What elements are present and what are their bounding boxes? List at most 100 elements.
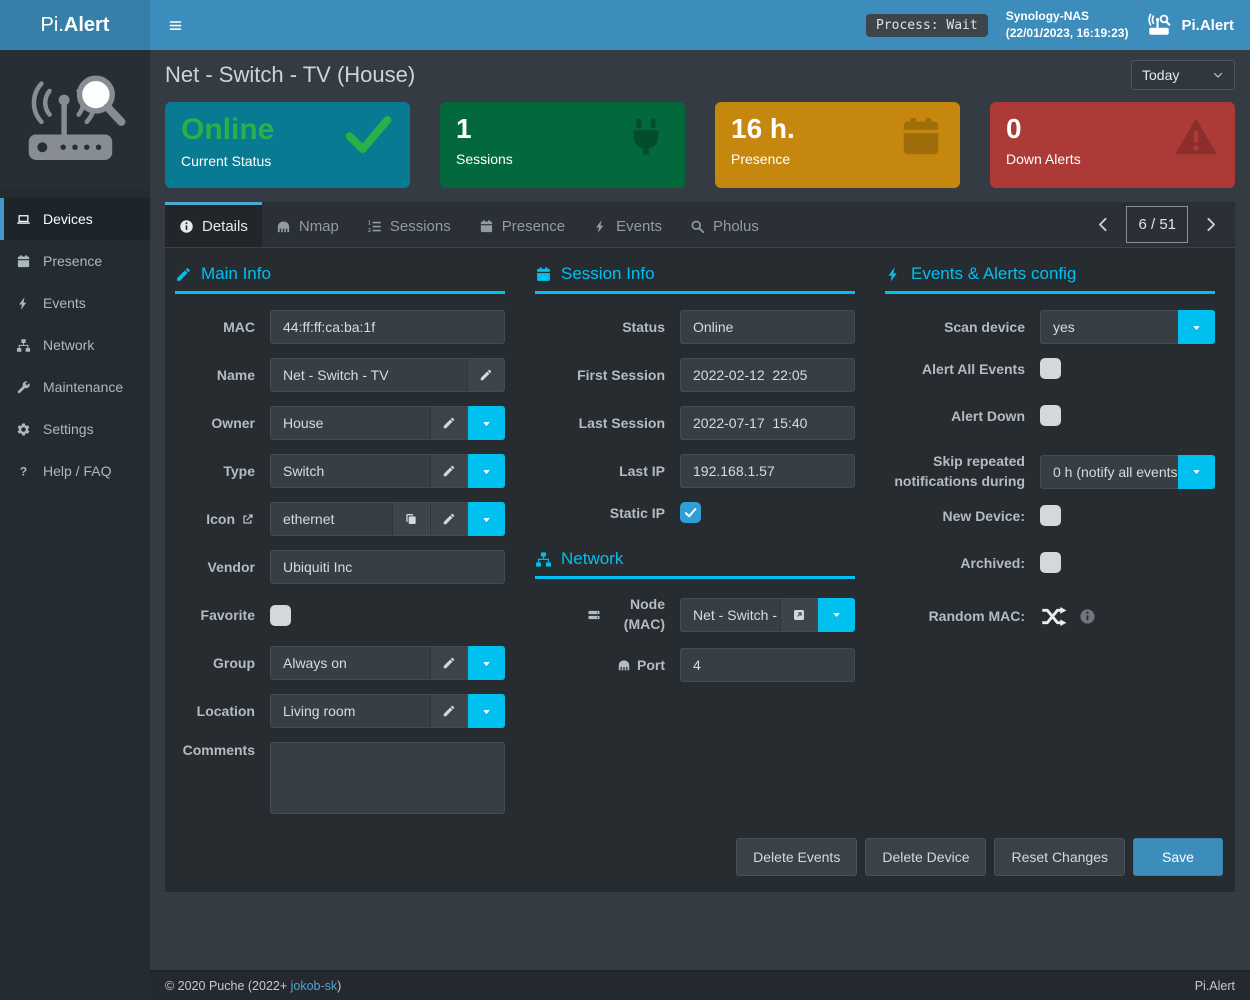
- details-panel: Main Info MAC 44:ff:ff:ca:ba:1f Name Net…: [165, 248, 1235, 892]
- node-open-button[interactable]: [780, 598, 818, 632]
- owner-field[interactable]: House: [270, 406, 430, 440]
- alert-all-events-checkbox[interactable]: [1040, 358, 1061, 379]
- sidebar-item-events[interactable]: Events: [0, 282, 150, 324]
- period-select[interactable]: Today: [1131, 60, 1235, 90]
- icon-edit-button[interactable]: [430, 502, 468, 536]
- jokob-sk-link[interactable]: jokob-sk: [291, 979, 338, 993]
- new-device-checkbox[interactable]: [1040, 505, 1061, 526]
- content-header: Net - Switch - TV (House) Today: [150, 50, 1250, 102]
- archived-checkbox[interactable]: [1040, 552, 1061, 573]
- last-ip-field: 192.168.1.57: [680, 454, 855, 488]
- type-field[interactable]: Switch: [270, 454, 430, 488]
- device-detail-box: Details Nmap 12 Sessions Presence Events: [165, 202, 1235, 892]
- skip-notifications-dropdown-button[interactable]: [1178, 455, 1215, 489]
- location-dropdown-button[interactable]: [468, 694, 505, 728]
- group-dropdown-button[interactable]: [468, 646, 505, 680]
- type-dropdown-button[interactable]: [468, 454, 505, 488]
- location-field[interactable]: Living room: [270, 694, 430, 728]
- delete-device-button[interactable]: Delete Device: [865, 838, 986, 876]
- random-mac-label: Random MAC:: [885, 608, 1025, 624]
- laptop-icon: [14, 212, 32, 227]
- group-edit-button[interactable]: [430, 646, 468, 680]
- events-config-header: Events & Alerts config: [885, 264, 1215, 294]
- sidebar-item-label: Maintenance: [43, 379, 123, 395]
- mac-field[interactable]: 44:ff:ff:ca:ba:1f: [270, 310, 505, 344]
- sidebar-item-settings[interactable]: Settings: [0, 408, 150, 450]
- port-field[interactable]: 4: [680, 648, 855, 682]
- sidebar-item-help[interactable]: ? Help / FAQ: [0, 450, 150, 492]
- info-icon[interactable]: [1079, 608, 1096, 625]
- sidebar-item-devices[interactable]: Devices: [0, 198, 150, 240]
- tab-label: Nmap: [299, 218, 339, 235]
- type-edit-button[interactable]: [430, 454, 468, 488]
- device-page-count: 6 / 51: [1126, 206, 1188, 243]
- scan-device-dropdown-button[interactable]: [1178, 310, 1215, 344]
- tab-events[interactable]: Events: [579, 202, 676, 247]
- alert-down-checkbox[interactable]: [1040, 405, 1061, 426]
- alert-all-events-label: Alert All Events: [885, 361, 1025, 377]
- tab-label: Events: [616, 218, 662, 235]
- check-icon: [342, 108, 394, 160]
- icon-dropdown-button[interactable]: [468, 502, 505, 536]
- status-row: Status Online: [535, 310, 855, 344]
- static-ip-checkbox[interactable]: [680, 502, 701, 523]
- skip-notifications-select[interactable]: 0 h (notify all events): [1040, 455, 1178, 489]
- sidebar: Devices Presence Events Network Maintena…: [0, 50, 150, 1000]
- plug-icon: [623, 114, 669, 160]
- group-field[interactable]: Always on: [270, 646, 430, 680]
- prev-device-button[interactable]: [1081, 206, 1126, 243]
- node-dropdown-button[interactable]: [818, 598, 855, 632]
- sitemap-icon: [535, 551, 552, 568]
- status-card-current: Online Current Status: [165, 102, 410, 188]
- owner-edit-button[interactable]: [430, 406, 468, 440]
- sidebar-item-label: Help / FAQ: [43, 463, 111, 479]
- sidebar-item-network[interactable]: Network: [0, 324, 150, 366]
- comments-field[interactable]: [270, 742, 505, 814]
- type-row: Type Switch: [175, 454, 505, 488]
- name-edit-button[interactable]: [467, 358, 505, 392]
- sidebar-item-presence[interactable]: Presence: [0, 240, 150, 282]
- random-mac-row: Random MAC:: [885, 599, 1215, 633]
- tab-nmap[interactable]: Nmap: [262, 202, 353, 247]
- sidebar-item-maintenance[interactable]: Maintenance: [0, 366, 150, 408]
- favorite-checkbox[interactable]: [270, 605, 291, 626]
- status-field: Online: [680, 310, 855, 344]
- gear-icon: [14, 422, 32, 437]
- scan-device-select[interactable]: yes: [1040, 310, 1178, 344]
- footer-brand: Pi.Alert: [1195, 979, 1235, 993]
- calendar-icon: [535, 266, 552, 283]
- navbar-right: Process: Wait Synology-NAS (22/01/2023, …: [866, 8, 1250, 42]
- icon-label: Icon: [175, 511, 255, 527]
- vendor-field[interactable]: Ubiquiti Inc: [270, 550, 505, 584]
- reset-changes-button[interactable]: Reset Changes: [994, 838, 1125, 876]
- external-link-icon[interactable]: [241, 512, 255, 526]
- node-field[interactable]: Net - Switch - POE: [680, 598, 780, 632]
- sitemap-icon: [14, 338, 32, 353]
- name-field[interactable]: Net - Switch - TV: [270, 358, 467, 392]
- icon-copy-button[interactable]: [392, 502, 430, 536]
- tab-pholus[interactable]: Pholus: [676, 202, 773, 247]
- action-buttons: Delete Events Delete Device Reset Change…: [175, 838, 1225, 876]
- tab-presence[interactable]: Presence: [465, 202, 579, 247]
- node-label: Node (MAC): [535, 595, 665, 634]
- tab-sessions[interactable]: 12 Sessions: [353, 202, 465, 247]
- group-row: Group Always on: [175, 646, 505, 680]
- save-button[interactable]: Save: [1133, 838, 1223, 876]
- menu-toggle-icon[interactable]: [150, 0, 200, 50]
- node-row: Node (MAC) Net - Switch - POE: [535, 595, 855, 634]
- section-title: Network: [561, 549, 623, 569]
- bolt-icon: [593, 219, 608, 234]
- svg-text:?: ?: [19, 464, 26, 478]
- location-label: Location: [175, 703, 255, 719]
- scan-device-row: Scan device yes: [885, 310, 1215, 344]
- owner-dropdown-button[interactable]: [468, 406, 505, 440]
- first-session-field: 2022-02-12 22:05: [680, 358, 855, 392]
- tab-details[interactable]: Details: [165, 202, 262, 247]
- location-edit-button[interactable]: [430, 694, 468, 728]
- new-device-row: New Device:: [885, 505, 1215, 526]
- next-device-button[interactable]: [1188, 206, 1233, 243]
- pialert-app: Pi.Alert Process: Wait Synology-NAS (22/…: [0, 0, 1250, 1000]
- delete-events-button[interactable]: Delete Events: [736, 838, 857, 876]
- icon-field[interactable]: ethernet: [270, 502, 392, 536]
- scan-device-label: Scan device: [885, 319, 1025, 335]
